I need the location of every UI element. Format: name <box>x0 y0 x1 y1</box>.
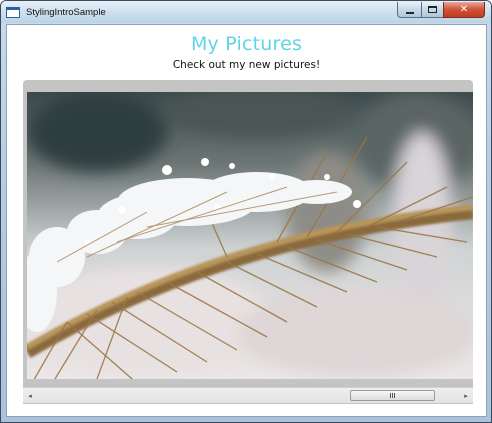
photo-frosted-grass <box>27 92 473 379</box>
maximize-icon <box>428 6 437 13</box>
client-area: My Pictures Check out my new pictures! ◂… <box>6 24 487 417</box>
caption-buttons: ✕ <box>397 2 485 18</box>
horizontal-scrollbar[interactable]: ◂ ▸ <box>23 387 473 403</box>
page-subtitle: Check out my new pictures! <box>172 59 321 71</box>
title-bar[interactable]: StylingIntroSample ✕ <box>1 1 491 23</box>
page-title: My Pictures <box>190 33 303 55</box>
app-window: StylingIntroSample ✕ My Pictures Check o… <box>0 0 492 423</box>
window-title: StylingIntroSample <box>26 6 106 18</box>
chevron-right-icon: ▸ <box>464 392 468 400</box>
close-button[interactable]: ✕ <box>443 2 485 18</box>
close-icon: ✕ <box>459 4 469 15</box>
scroll-left-button[interactable]: ◂ <box>23 388 37 404</box>
minimize-icon <box>405 11 414 14</box>
window-icon[interactable] <box>6 6 20 18</box>
scroll-right-button[interactable]: ▸ <box>459 388 473 404</box>
picture-viewer: ◂ ▸ <box>23 80 473 404</box>
chevron-left-icon: ◂ <box>28 392 32 400</box>
maximize-button[interactable] <box>421 2 443 18</box>
scrollbar-thumb[interactable] <box>350 390 436 401</box>
minimize-button[interactable] <box>397 2 421 18</box>
grip-icon <box>389 393 396 398</box>
